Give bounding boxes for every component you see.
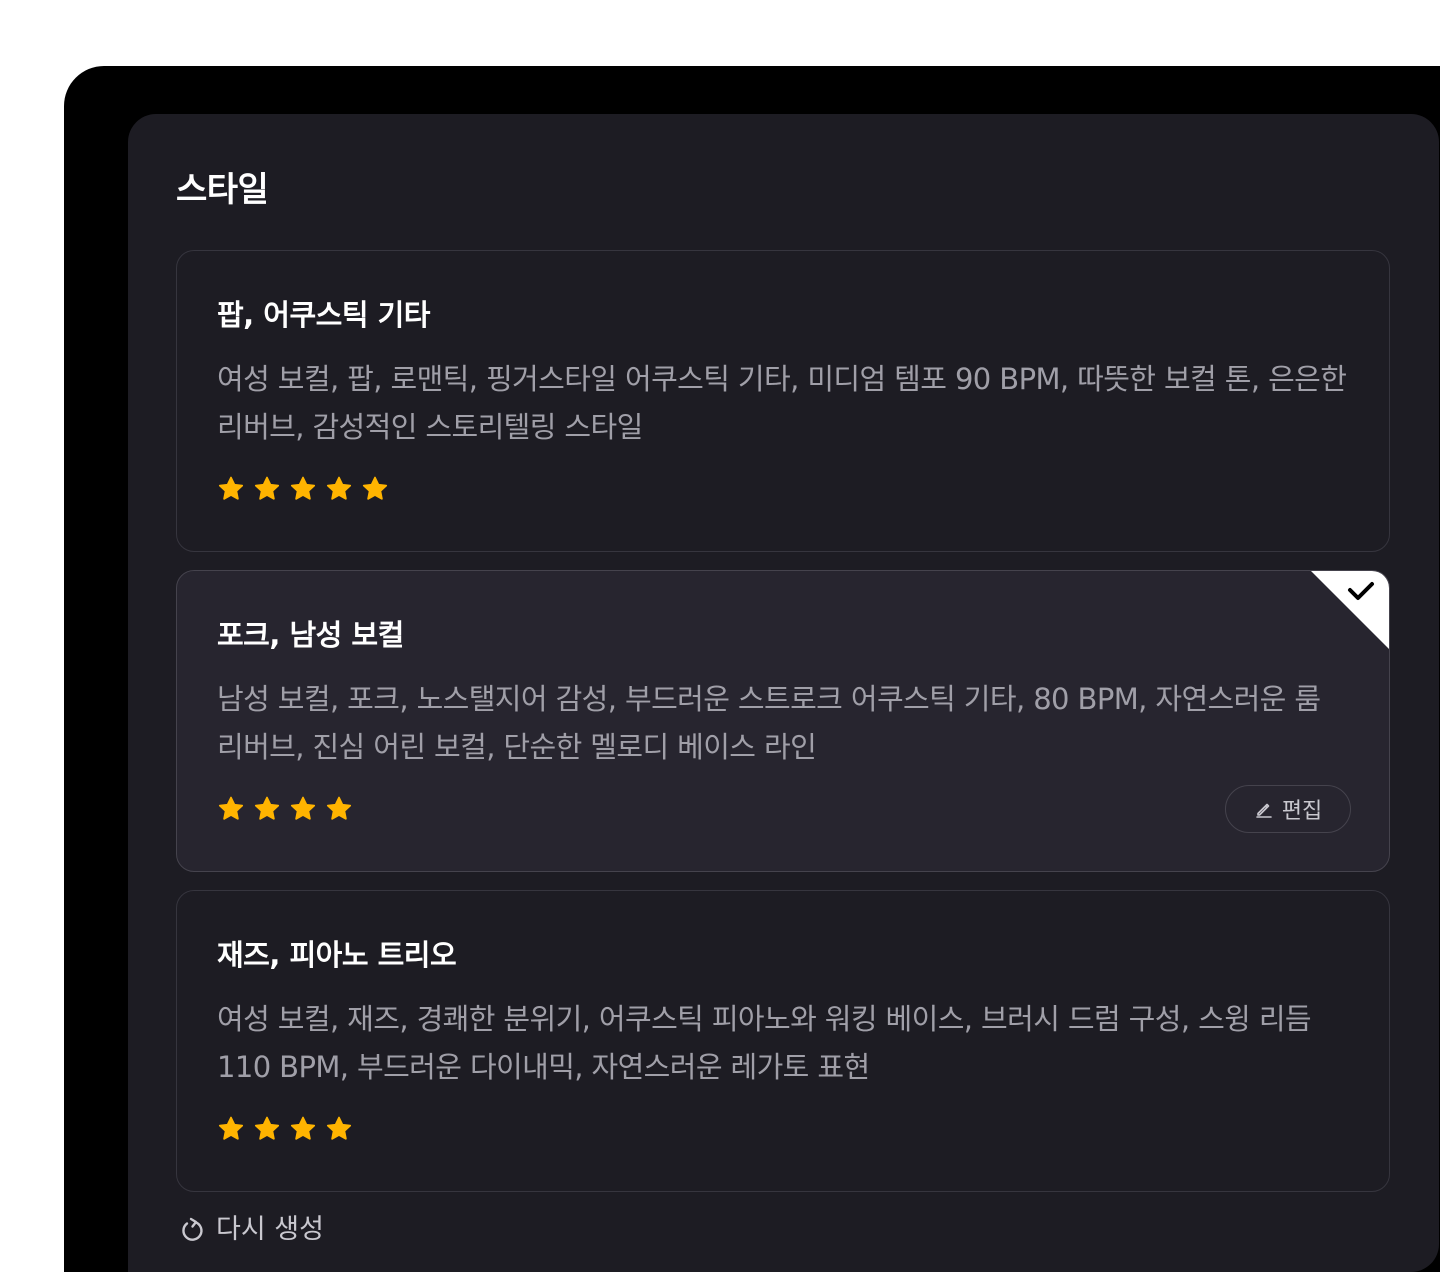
style-card-selected[interactable]: 포크, 남성 보컬 남성 보컬, 포크, 노스탤지어 감성, 부드러운 스트로크… bbox=[176, 570, 1390, 872]
panel-title: 스타일 bbox=[176, 170, 269, 210]
star-icon bbox=[254, 796, 280, 820]
pencil-icon bbox=[1255, 803, 1272, 818]
star-icon bbox=[218, 796, 244, 820]
star-rating bbox=[217, 1115, 353, 1143]
star-icon bbox=[290, 796, 316, 820]
refresh-icon bbox=[182, 1217, 203, 1241]
card-description: 여성 보컬, 재즈, 경쾌한 분위기, 어쿠스틱 피아노와 워킹 베이스, 브러… bbox=[217, 1002, 1312, 1084]
star-icon bbox=[326, 796, 352, 820]
regenerate-button[interactable]: 다시 생성 bbox=[178, 1210, 324, 1250]
star-icon bbox=[326, 1116, 352, 1140]
edit-button-label: 편집 bbox=[1281, 799, 1323, 824]
card-title: 포크, 남성 보컬 bbox=[217, 618, 404, 652]
edit-button[interactable]: 편집 bbox=[1225, 785, 1351, 833]
star-icon bbox=[326, 476, 352, 500]
star-icon bbox=[254, 476, 280, 500]
star-icon bbox=[362, 476, 388, 500]
star-icon bbox=[290, 1116, 316, 1140]
card-title: 재즈, 피아노 트리오 bbox=[217, 938, 457, 972]
star-icon bbox=[290, 476, 316, 500]
star-rating bbox=[217, 475, 389, 503]
star-icon bbox=[218, 1116, 244, 1140]
regenerate-label: 다시 생성 bbox=[216, 1214, 324, 1245]
card-description: 여성 보컬, 팝, 로맨틱, 핑거스타일 어쿠스틱 기타, 미디엄 템포 90 … bbox=[217, 362, 1347, 444]
star-icon bbox=[254, 1116, 280, 1140]
style-card[interactable]: 재즈, 피아노 트리오 여성 보컬, 재즈, 경쾌한 분위기, 어쿠스틱 피아노… bbox=[176, 890, 1390, 1192]
card-description: 남성 보컬, 포크, 노스탤지어 감성, 부드러운 스트로크 어쿠스틱 기타, … bbox=[217, 682, 1321, 764]
star-icon bbox=[218, 476, 244, 500]
style-card[interactable]: 팝, 어쿠스틱 기타 여성 보컬, 팝, 로맨틱, 핑거스타일 어쿠스틱 기타,… bbox=[176, 250, 1390, 552]
style-panel: 스타일 팝, 어쿠스틱 기타 여성 보컬, 팝, 로맨틱, 핑거스타일 어쿠스틱… bbox=[128, 114, 1439, 1272]
selected-check-icon bbox=[1311, 571, 1389, 649]
star-rating bbox=[217, 795, 353, 823]
card-title: 팝, 어쿠스틱 기타 bbox=[217, 298, 430, 332]
